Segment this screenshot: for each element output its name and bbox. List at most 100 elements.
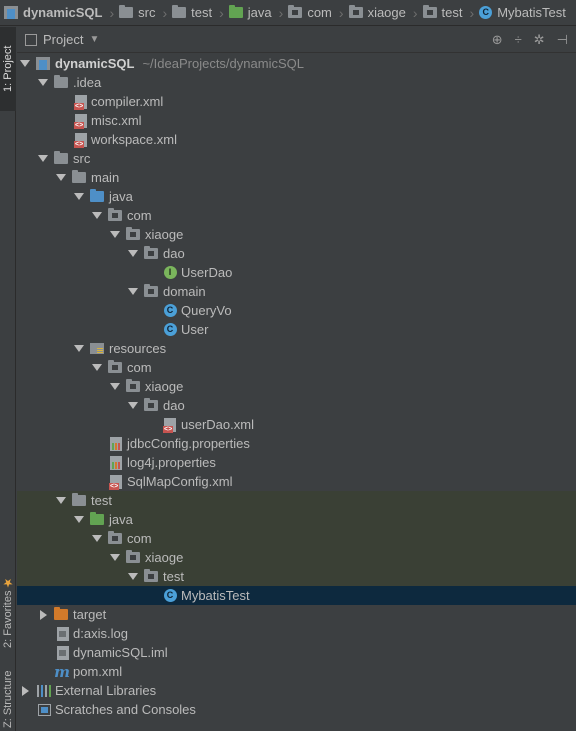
expand-arrow-icon[interactable] [128, 249, 138, 259]
tree-node-scratches[interactable]: Scratches and Consoles [17, 700, 576, 719]
properties-file-icon [108, 455, 124, 471]
expand-arrow-icon[interactable] [110, 553, 120, 563]
hide-icon[interactable]: ⊣ [557, 32, 568, 48]
tree-node-src[interactable]: src [17, 149, 576, 168]
expand-arrow-icon[interactable] [92, 534, 102, 544]
excluded-folder-icon [53, 607, 69, 623]
expand-arrow-icon[interactable] [56, 496, 66, 506]
breadcrumb-src[interactable]: src [119, 0, 159, 25]
breadcrumb-com[interactable]: com [288, 0, 336, 25]
resources-folder-icon [89, 341, 105, 357]
tree-node-res-com[interactable]: com [17, 358, 576, 377]
breadcrumb-label: com [307, 5, 332, 20]
tree-label: External Libraries [55, 683, 157, 698]
expand-arrow-icon[interactable] [92, 211, 102, 221]
expand-arrow-icon[interactable] [74, 192, 84, 202]
tree-node-external-libraries[interactable]: External Libraries [17, 681, 576, 700]
tree-node-sqlmapconfig-xml[interactable]: SqlMapConfig.xml [17, 472, 576, 491]
tree-node-main-java[interactable]: java [17, 187, 576, 206]
tree-node-workspace-xml[interactable]: workspace.xml [17, 130, 576, 149]
expand-arrow-icon[interactable] [128, 287, 138, 297]
tree-node-jdbc-properties[interactable]: jdbcConfig.properties [17, 434, 576, 453]
locate-icon[interactable]: ⊕ [492, 32, 503, 48]
collapse-arrow-icon[interactable] [20, 686, 30, 696]
tree-node-userdao-xml[interactable]: userDao.xml [17, 415, 576, 434]
tree-node-queryvo[interactable]: C QueryVo [17, 301, 576, 320]
tree-label: pom.xml [73, 664, 123, 679]
tree-node-main-com[interactable]: com [17, 206, 576, 225]
tree-node-log4j-properties[interactable]: log4j.properties [17, 453, 576, 472]
tree-node-res-dao[interactable]: dao [17, 396, 576, 415]
source-folder-icon [89, 189, 105, 205]
project-view-selector[interactable]: Project ▼ [17, 32, 99, 47]
breadcrumb-label: src [138, 5, 156, 20]
test-class-icon: C [479, 6, 493, 19]
breadcrumb-test[interactable]: test [172, 0, 216, 25]
tree-node-domain[interactable]: domain [17, 282, 576, 301]
tab-project[interactable]: 1: Project [0, 27, 16, 111]
tree-node-user[interactable]: C User [17, 320, 576, 339]
tree-node-test-com[interactable]: com [17, 529, 576, 548]
tab-project-label: 1: Project [2, 45, 14, 93]
collapse-all-icon[interactable]: ÷ [515, 32, 522, 47]
test-class-icon: C [162, 588, 178, 604]
tree-node-idea[interactable]: .idea [17, 73, 576, 92]
tree-node-root[interactable]: dynamicSQL ~/IdeaProjects/dynamicSQL [17, 54, 576, 73]
tree-node-userdao[interactable]: I UserDao [17, 263, 576, 282]
tree-node-test-java[interactable]: java [17, 510, 576, 529]
tree-node-test[interactable]: test [17, 491, 576, 510]
tree-node-test-package[interactable]: test [17, 567, 576, 586]
scratches-icon [36, 702, 52, 718]
gear-icon[interactable]: ✲ [534, 32, 545, 48]
expand-arrow-icon[interactable] [38, 154, 48, 164]
breadcrumb-mybatistest[interactable]: C MybatisTest [479, 0, 570, 25]
tree-label: d:axis.log [73, 626, 128, 641]
tree-label: User [181, 322, 209, 337]
tree-node-misc-xml[interactable]: misc.xml [17, 111, 576, 130]
breadcrumb-label: test [441, 5, 463, 20]
tree-label: dao [163, 246, 185, 261]
project-panel-header: Project ▼ ⊕ ÷ ✲ ⊣ [17, 27, 576, 53]
breadcrumb-dynamicsql[interactable]: dynamicSQL [4, 0, 106, 25]
expand-arrow-icon[interactable] [92, 363, 102, 373]
expand-arrow-icon[interactable] [20, 59, 30, 69]
package-icon [125, 550, 141, 566]
package-icon [107, 360, 123, 376]
package-icon [107, 208, 123, 224]
tab-structure[interactable]: Z: Structure [0, 667, 16, 731]
tab-favorites[interactable]: 2: Favorites ★ [0, 562, 16, 662]
collapse-arrow-icon[interactable] [38, 610, 48, 620]
expand-arrow-icon[interactable] [38, 78, 48, 88]
tree-node-resources[interactable]: resources [17, 339, 576, 358]
tree-node-main[interactable]: main [17, 168, 576, 187]
tree-label: QueryVo [181, 303, 232, 318]
breadcrumb-xiaoge[interactable]: xiaoge [348, 0, 410, 25]
expand-arrow-icon[interactable] [110, 382, 120, 392]
tree-node-test-xiaoge[interactable]: xiaoge [17, 548, 576, 567]
tree-node-mybatistest[interactable]: C MybatisTest [17, 586, 576, 605]
breadcrumb-java[interactable]: java [228, 0, 276, 25]
tree-label: resources [109, 341, 167, 356]
project-path-hint: ~/IdeaProjects/dynamicSQL [142, 56, 304, 71]
breadcrumb-test-package[interactable]: test [422, 0, 467, 25]
expand-arrow-icon[interactable] [128, 572, 138, 582]
expand-arrow-icon[interactable] [74, 515, 84, 525]
tree-node-iml[interactable]: dynamicSQL.iml [17, 643, 576, 662]
tree-label: misc.xml [91, 113, 142, 128]
tree-node-dao[interactable]: dao [17, 244, 576, 263]
tree-node-compiler-xml[interactable]: compiler.xml [17, 92, 576, 111]
expand-arrow-icon[interactable] [56, 173, 66, 183]
expand-arrow-icon[interactable] [74, 344, 84, 354]
tree-label: userDao.xml [181, 417, 254, 432]
chevron-down-icon: ▼ [89, 34, 100, 45]
expand-arrow-icon[interactable] [110, 230, 120, 240]
tree-node-axis-log[interactable]: d:axis.log [17, 624, 576, 643]
tree-node-res-xiaoge[interactable]: xiaoge [17, 377, 576, 396]
tree-label: test [91, 493, 112, 508]
module-file-icon [55, 645, 71, 661]
tree-node-main-xiaoge[interactable]: xiaoge [17, 225, 576, 244]
tree-node-pom-xml[interactable]: m pom.xml [17, 662, 576, 681]
project-icon [4, 6, 18, 19]
expand-arrow-icon[interactable] [128, 401, 138, 411]
tree-node-target[interactable]: target [17, 605, 576, 624]
